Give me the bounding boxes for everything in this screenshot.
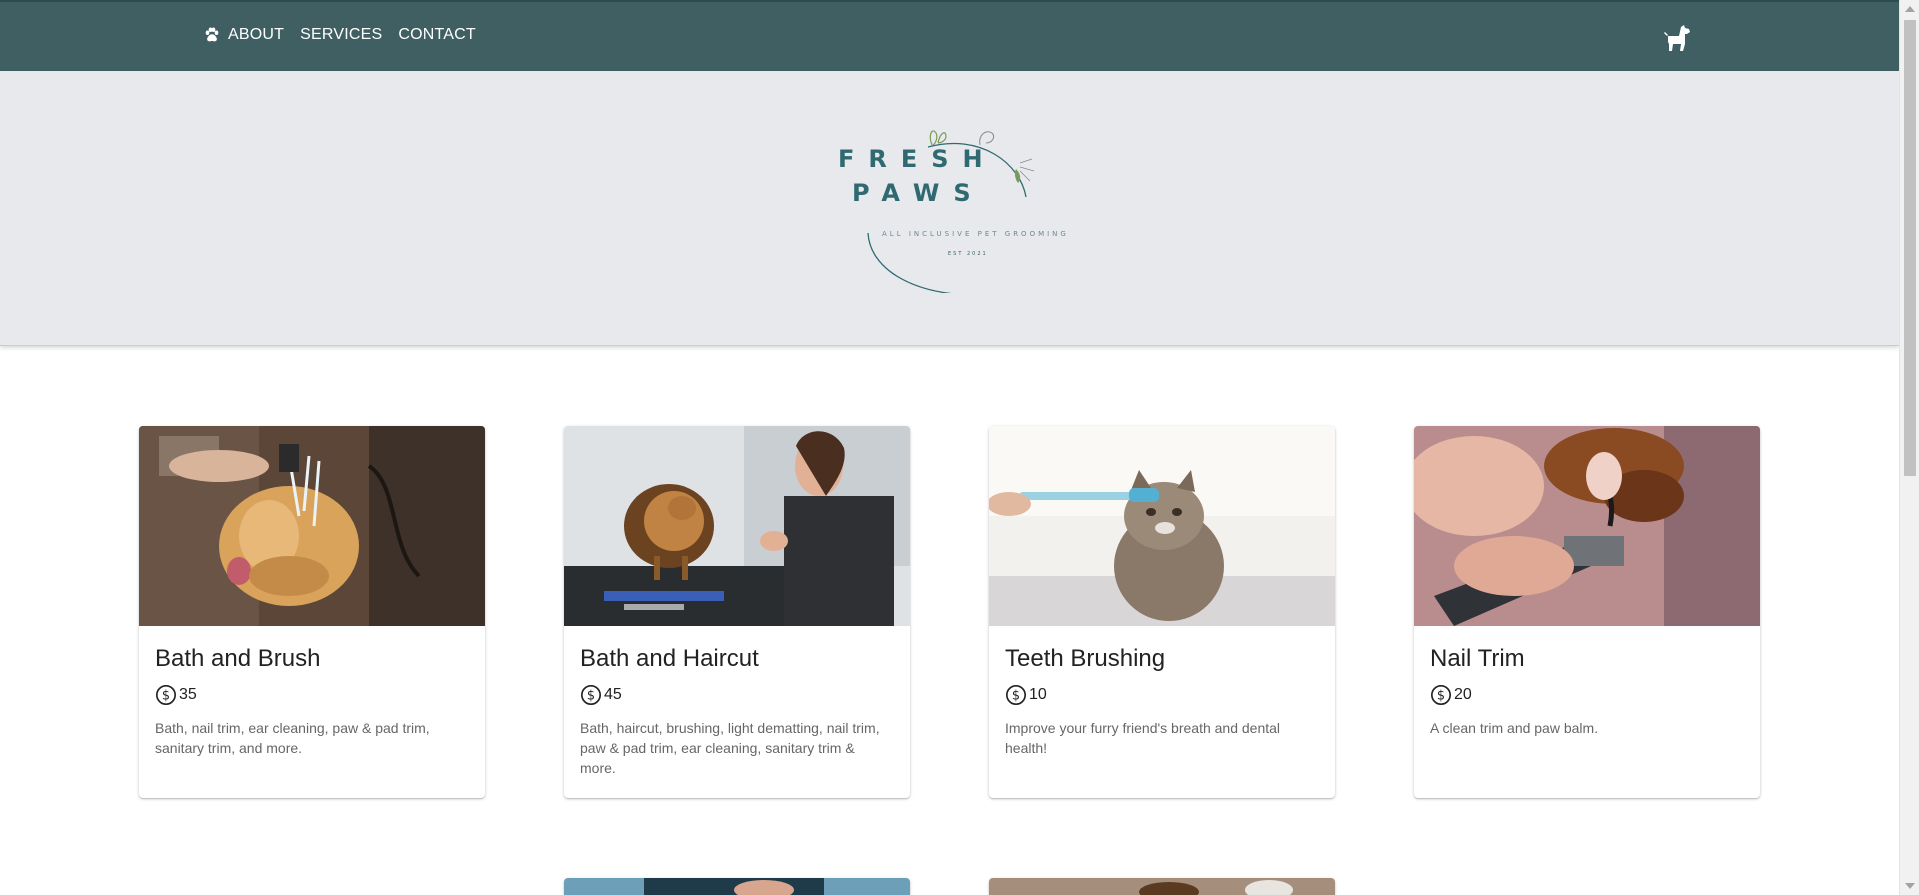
dollar-icon: $ bbox=[581, 685, 601, 705]
service-price: $ 10 bbox=[1005, 684, 1319, 706]
logo-title-line-1: FRESH bbox=[838, 145, 997, 173]
svg-text:$: $ bbox=[1012, 689, 1020, 704]
service-description: Bath, nail trim, ear cleaning, paw & pad… bbox=[155, 720, 430, 756]
service-card-partial[interactable] bbox=[989, 878, 1335, 895]
service-title: Bath and Haircut bbox=[580, 645, 759, 672]
service-description: Improve your furry friend's breath and d… bbox=[1005, 720, 1281, 756]
nail-clipping-photo bbox=[1414, 426, 1760, 626]
logo-title-line-2: PAWS bbox=[852, 179, 985, 207]
dollar-icon: $ bbox=[1006, 685, 1026, 705]
nav-link-about[interactable]: ABOUT bbox=[228, 26, 284, 44]
hero-banner: FRESH PAWS ALL INCLUSIVE PET GROOMING ES… bbox=[0, 71, 1899, 346]
logo-tagline: ALL INCLUSIVE PET GROOMING bbox=[882, 230, 1069, 238]
svg-text:$: $ bbox=[587, 689, 595, 704]
pomeranian-grooming-photo bbox=[564, 426, 910, 626]
service-card-body: Bath and Haircut $ 45 Bath, haircut, bru… bbox=[564, 626, 910, 794]
svg-text:$: $ bbox=[1437, 689, 1445, 704]
svg-text:$: $ bbox=[162, 689, 170, 704]
page: ABOUT SERVICES CONTACT FRESH PAWS ALL IN… bbox=[0, 0, 1919, 895]
service-card-partial[interactable] bbox=[564, 878, 910, 895]
service-photo-partial bbox=[989, 878, 1335, 895]
scroll-up-arrow-icon[interactable] bbox=[1905, 6, 1915, 12]
service-description: A clean trim and paw balm. bbox=[1430, 720, 1599, 736]
nav-link-services[interactable]: SERVICES bbox=[300, 26, 382, 44]
service-card-body: Bath and Brush $ 35 Bath, nail trim, ear… bbox=[139, 626, 485, 774]
brand-logo[interactable]: FRESH PAWS ALL INCLUSIVE PET GROOMING ES… bbox=[820, 93, 1080, 293]
service-card[interactable]: Teeth Brushing $ 10 Improve your furry f… bbox=[989, 426, 1335, 798]
nav-link-contact[interactable]: CONTACT bbox=[398, 26, 476, 44]
vertical-scrollbar[interactable] bbox=[1899, 0, 1919, 895]
dog-icon[interactable] bbox=[1662, 24, 1692, 52]
service-price-value: 45 bbox=[604, 686, 622, 703]
service-card-body: Nail Trim $ 20 A clean trim and paw balm… bbox=[1414, 626, 1760, 754]
dog-bath-photo bbox=[139, 426, 485, 626]
service-price: $ 20 bbox=[1430, 684, 1744, 706]
service-description: Bath, haircut, brushing, light dematting… bbox=[580, 720, 880, 776]
service-price: $ 45 bbox=[580, 684, 894, 706]
logo-established: EST 2021 bbox=[948, 251, 988, 257]
service-price: $ 35 bbox=[155, 684, 469, 706]
scroll-down-arrow-icon[interactable] bbox=[1905, 883, 1915, 889]
service-card[interactable]: Bath and Haircut $ 45 Bath, haircut, bru… bbox=[564, 426, 910, 798]
service-title: Bath and Brush bbox=[155, 645, 321, 672]
top-navbar: ABOUT SERVICES CONTACT bbox=[0, 0, 1899, 71]
service-price-value: 10 bbox=[1029, 686, 1047, 703]
cat-toothbrush-photo bbox=[989, 426, 1335, 626]
dollar-icon: $ bbox=[1431, 685, 1451, 705]
service-photo-partial bbox=[564, 878, 910, 895]
service-title: Teeth Brushing bbox=[1005, 645, 1166, 672]
service-card-body: Teeth Brushing $ 10 Improve your furry f… bbox=[989, 626, 1335, 774]
nav-links: ABOUT SERVICES CONTACT bbox=[203, 26, 492, 44]
dollar-icon: $ bbox=[156, 685, 176, 705]
scrollbar-thumb[interactable] bbox=[1904, 20, 1916, 476]
paw-icon[interactable] bbox=[203, 26, 221, 44]
service-price-value: 20 bbox=[1454, 686, 1472, 703]
service-title: Nail Trim bbox=[1430, 645, 1525, 672]
service-card[interactable]: Nail Trim $ 20 A clean trim and paw balm… bbox=[1414, 426, 1760, 798]
service-price-value: 35 bbox=[179, 686, 197, 703]
service-card[interactable]: Bath and Brush $ 35 Bath, nail trim, ear… bbox=[139, 426, 485, 798]
